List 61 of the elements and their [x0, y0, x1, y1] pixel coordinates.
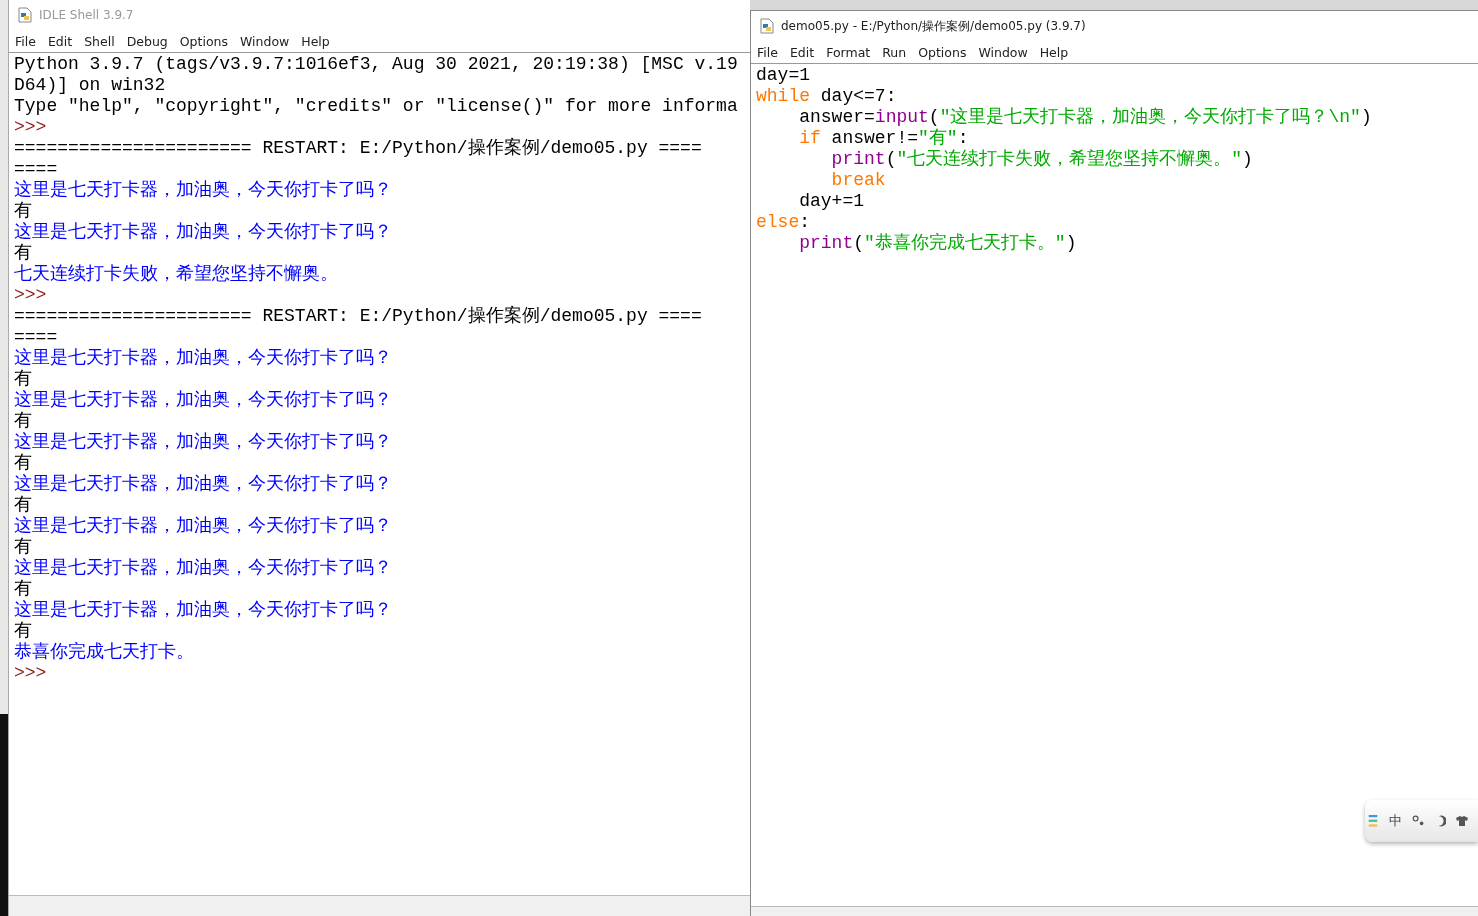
input-text: 有: [14, 411, 32, 431]
input-text: 有: [14, 243, 32, 263]
code-line: print("七天连续打卡失败，希望您坚持不懈奥。"): [830, 149, 1253, 170]
input-text: 有: [14, 495, 32, 515]
output-text: 这里是七天打卡器，加油奥，今天你打卡了吗？: [14, 222, 392, 242]
menu-item[interactable]: Options: [918, 44, 967, 60]
code-line: answer=input("这里是七天打卡器，加油奥，今天你打卡了吗？\n"): [798, 107, 1372, 128]
output-text: 这里是七天打卡器，加油奥，今天你打卡了吗？: [14, 390, 392, 410]
window-title: demo05.py - E:/Python/操作案例/demo05.py (3.9.7): [781, 17, 1086, 35]
output-text: 这里是七天打卡器，加油奥，今天你打卡了吗？: [14, 600, 392, 620]
output-text: 这里是七天打卡器，加油奥，今天你打卡了吗？: [14, 516, 392, 536]
console-text: ====: [14, 327, 58, 347]
input-text: 有: [14, 621, 32, 641]
menu-item[interactable]: Format: [826, 44, 871, 60]
output-text: 这里是七天打卡器，加油奥，今天你打卡了吗？: [14, 432, 392, 452]
console-text: ====================== RESTART: E:/Python/操作案例/demo05.py ====: [14, 306, 702, 326]
console-text: D64)] on win32: [14, 75, 166, 95]
input-text: 有: [14, 579, 32, 599]
shirt-icon[interactable]: [1456, 815, 1468, 827]
code-line: else:: [756, 212, 811, 233]
console-text: Type "help", "copyright", "credits" or "license()" for more informa: [14, 96, 738, 116]
menu-icon[interactable]: [1367, 815, 1379, 827]
code-line: day+=1: [798, 191, 865, 212]
menu-item[interactable]: Debug: [126, 33, 168, 49]
output-text: 这里是七天打卡器，加油奥，今天你打卡了吗？: [14, 558, 392, 578]
menu-item[interactable]: Window: [240, 33, 290, 49]
menu-item[interactable]: Help: [301, 33, 330, 49]
input-text: 有: [14, 453, 32, 473]
prompt: >>>: [14, 663, 47, 683]
output-text: 这里是七天打卡器，加油奥，今天你打卡了吗？: [14, 180, 392, 200]
prompt: >>>: [14, 285, 47, 305]
menu-item[interactable]: Help: [1039, 44, 1069, 60]
menu-item[interactable]: Edit: [789, 44, 815, 60]
input-text: 有: [14, 201, 32, 221]
console-text: ====: [14, 159, 58, 179]
python-file-icon: [17, 7, 33, 23]
code-line: if answer!="有":: [798, 128, 969, 149]
menu-item[interactable]: File: [15, 33, 36, 49]
code-line: while day<=7:: [756, 86, 897, 107]
window-title: IDLE Shell 3.9.7: [39, 8, 134, 22]
menu-item[interactable]: Window: [978, 44, 1028, 60]
output-text: 这里是七天打卡器，加油奥，今天你打卡了吗？: [14, 474, 392, 494]
python-file-icon: [759, 18, 775, 34]
code-line: day=1: [756, 65, 810, 86]
output-text: 七天连续打卡失败，希望您坚持不懈奥。: [14, 264, 338, 284]
menu-item[interactable]: Shell: [84, 33, 115, 49]
menu-item[interactable]: File: [757, 44, 778, 60]
console-text: ====================== RESTART: E:/Python/操作案例/demo05.py ====: [14, 138, 702, 158]
output-text: 这里是七天打卡器，加油奥，今天你打卡了吗？: [14, 348, 392, 368]
menu-item[interactable]: Run: [882, 44, 907, 60]
code-line: print("恭喜你完成七天打卡。"): [798, 233, 1077, 254]
input-text: 有: [14, 369, 32, 389]
punctuation-icon[interactable]: [1412, 815, 1424, 827]
code-line: break: [830, 170, 886, 191]
input-text: 有: [14, 537, 32, 557]
output-text: 恭喜你完成七天打卡。: [14, 642, 194, 662]
menu-item[interactable]: Edit: [47, 33, 73, 49]
input-mode-toggle[interactable]: 中: [1389, 812, 1402, 830]
prompt: >>>: [14, 117, 47, 137]
menu-item[interactable]: Options: [179, 33, 228, 49]
console-text: Python 3.9.7 (tags/v3.9.7:1016ef3, Aug 30 2021, 20:19:38) [MSC v.19: [14, 54, 738, 74]
